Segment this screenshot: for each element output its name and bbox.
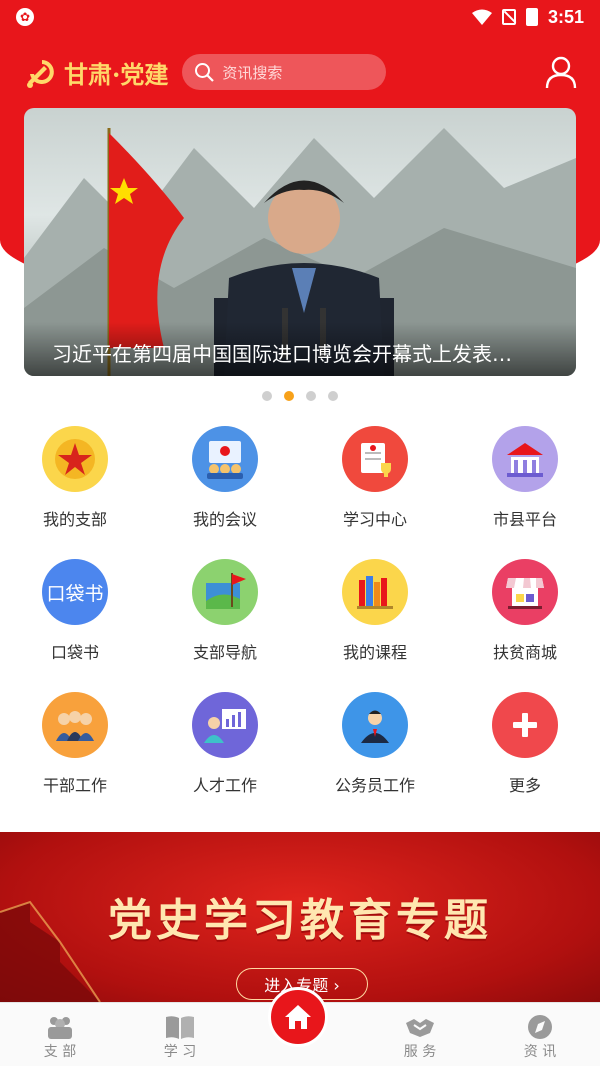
carousel-dot[interactable] xyxy=(328,391,338,401)
grid-item-label: 我的支部 xyxy=(42,510,107,529)
search-placeholder: 资讯搜索 xyxy=(222,63,283,82)
grid-item-study-center[interactable]: 学习中心 xyxy=(300,426,450,559)
study-certificate-icon xyxy=(342,426,408,492)
status-bar: ✿ 3:51 xyxy=(0,0,600,34)
tab-label: 学 习 xyxy=(163,1044,197,1060)
grid-item-pocket-book[interactable]: 口袋书 口袋书 xyxy=(0,559,150,692)
grid-item-label: 人才工作 xyxy=(192,776,257,795)
grid-item-label: 公务员工作 xyxy=(334,776,415,795)
promo-title: 党史学习教育专题 xyxy=(108,895,492,946)
book-icon xyxy=(166,1016,194,1039)
grid-item-civil-servant-work[interactable]: 公务员工作 xyxy=(300,692,450,825)
compass-icon xyxy=(528,1015,552,1039)
grid-item-my-courses[interactable]: 我的课程 xyxy=(300,559,450,692)
news-carousel[interactable]: 习近平在第四届中国国际进口博览会开幕式上发表… xyxy=(24,108,576,376)
tab-label: 服 务 xyxy=(403,1044,437,1060)
map-flag-icon xyxy=(192,559,258,625)
grid-item-label: 支部导航 xyxy=(192,643,257,662)
tab-service[interactable]: 服 务 xyxy=(360,1003,480,1066)
grid-item-more[interactable]: 更多 xyxy=(450,692,600,825)
tab-label: 资 讯 xyxy=(523,1044,557,1060)
search-icon xyxy=(195,63,215,82)
pocket-book-icon-text: 口袋书 xyxy=(46,582,104,605)
app-notification-icon: ✿ xyxy=(16,8,34,26)
grid-item-my-meetings[interactable]: 我的会议 xyxy=(150,426,300,559)
grid-item-label: 我的课程 xyxy=(342,643,407,662)
home-icon xyxy=(285,1005,311,1029)
carousel-dot-active[interactable] xyxy=(284,391,294,401)
grid-item-label: 我的会议 xyxy=(192,510,257,529)
grid-item-my-branch[interactable]: 我的支部 xyxy=(0,426,150,559)
home-button[interactable] xyxy=(268,987,328,1047)
feature-grid: 我的支部 我的会议 学习中心 市县平台 口袋书 口袋书 支部导航 我的课程 扶贫… xyxy=(0,426,600,825)
people-icon xyxy=(48,1017,72,1039)
books-icon xyxy=(342,559,408,625)
app-logo: 甘肃·党建 xyxy=(22,54,168,90)
grid-row: 我的支部 我的会议 学习中心 市县平台 xyxy=(0,426,600,559)
party-emblem-icon xyxy=(27,60,54,88)
pocket-book-icon: 口袋书 xyxy=(42,559,108,625)
search-input[interactable]: 资讯搜索 xyxy=(182,54,387,90)
carousel-indicators xyxy=(0,391,600,401)
carousel-dot[interactable] xyxy=(306,391,316,401)
party-star-icon xyxy=(42,426,108,492)
plus-icon xyxy=(492,692,558,758)
grid-item-county-platform[interactable]: 市县平台 xyxy=(450,426,600,559)
profile-icon[interactable] xyxy=(544,55,578,89)
battery-icon xyxy=(525,8,538,26)
grid-item-poverty-mall[interactable]: 扶贫商城 xyxy=(450,559,600,692)
grid-item-cadre-work[interactable]: 干部工作 xyxy=(0,692,150,825)
carousel-dot[interactable] xyxy=(262,391,272,401)
grid-item-branch-navigation[interactable]: 支部导航 xyxy=(150,559,300,692)
civil-servant-icon xyxy=(342,692,408,758)
status-time: 3:51 xyxy=(547,6,584,27)
grid-item-talent-work[interactable]: 人才工作 xyxy=(150,692,300,825)
handshake-icon xyxy=(406,1019,434,1037)
tab-branch[interactable]: 支 部 xyxy=(0,1003,120,1066)
no-sim-icon xyxy=(501,9,516,25)
banner-caption: 习近平在第四届中国国际进口博览会开幕式上发表… xyxy=(24,322,576,376)
shop-stall-icon xyxy=(492,559,558,625)
meeting-icon xyxy=(192,426,258,492)
grid-item-label: 学习中心 xyxy=(342,510,407,529)
tab-news[interactable]: 资 讯 xyxy=(480,1003,600,1066)
bottom-tab-bar: 支 部 学 习 服 务 资 讯 xyxy=(0,987,600,1066)
grid-item-label: 市县平台 xyxy=(492,510,557,529)
government-building-icon xyxy=(492,426,558,492)
wifi-icon xyxy=(471,9,492,25)
tab-label: 支 部 xyxy=(43,1044,77,1060)
grid-item-label: 口袋书 xyxy=(50,643,99,662)
party-history-banner[interactable]: 党史学习教育专题 进入专题 › xyxy=(0,832,600,1002)
talent-chart-icon xyxy=(192,692,258,758)
grid-item-label: 更多 xyxy=(508,776,541,795)
app-header: 甘肃·党建 资讯搜索 xyxy=(0,44,600,100)
grid-row: 干部工作 人才工作 公务员工作 更多 xyxy=(0,692,600,825)
grid-item-label: 干部工作 xyxy=(42,776,107,795)
cadres-icon xyxy=(42,692,108,758)
logo-text: 甘肃·党建 xyxy=(64,59,169,89)
tab-study[interactable]: 学 习 xyxy=(120,1003,240,1066)
grid-row: 口袋书 口袋书 支部导航 我的课程 扶贫商城 xyxy=(0,559,600,692)
grid-item-label: 扶贫商城 xyxy=(492,643,557,662)
